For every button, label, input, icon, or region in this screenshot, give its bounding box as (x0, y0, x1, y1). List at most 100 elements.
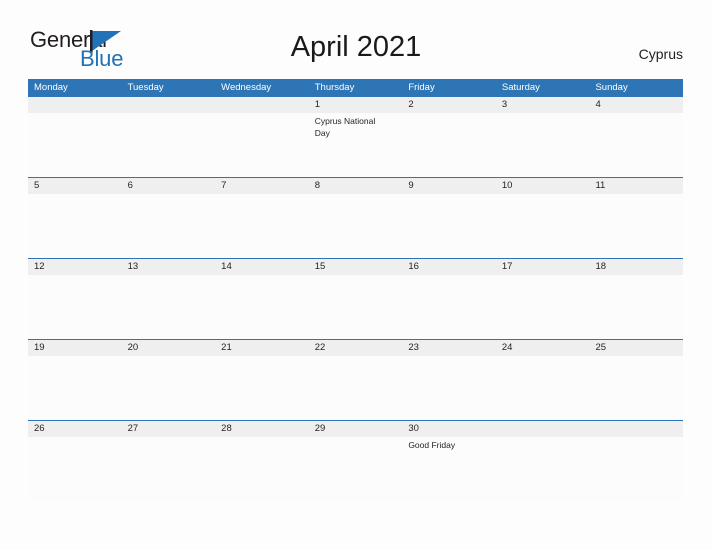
day-number: 26 (34, 423, 45, 434)
day-number: 14 (221, 261, 232, 272)
country-label: Cyprus (638, 46, 683, 62)
calendar-week-row: 5 6 7 8 9 10 11 (28, 177, 683, 258)
day-event (34, 194, 122, 197)
weekday-header-friday: Friday (408, 82, 435, 93)
day-number: 25 (595, 342, 607, 353)
day-number: 11 (595, 180, 606, 191)
day-cell[interactable]: 18 (589, 258, 683, 339)
day-event (34, 437, 122, 440)
weekday-header-tuesday: Tuesday (127, 82, 164, 93)
day-cell[interactable] (589, 420, 683, 501)
day-cell[interactable]: 21 (215, 339, 309, 420)
day-number: 22 (314, 342, 326, 353)
day-cell[interactable]: 11 (589, 177, 683, 258)
day-number: 8 (314, 180, 321, 191)
day-cell[interactable]: 6 (122, 177, 216, 258)
day-cell[interactable]: 24 (496, 339, 590, 420)
day-cell[interactable]: 16 (402, 258, 496, 339)
day-event (221, 437, 309, 440)
day-cell[interactable]: 29 (309, 420, 403, 501)
day-event (221, 356, 309, 359)
day-cell[interactable] (122, 96, 216, 177)
day-event (595, 275, 683, 278)
day-number: 30 (408, 423, 419, 434)
day-event (595, 113, 683, 116)
day-number: 13 (127, 261, 139, 272)
day-cell[interactable]: 5 (28, 177, 122, 258)
weekday-header-thursday: Thursday (314, 82, 355, 93)
day-cell[interactable]: 3 (496, 96, 590, 177)
day-number: 17 (501, 261, 513, 272)
day-event (502, 437, 590, 440)
day-event (315, 356, 403, 359)
day-cell[interactable]: 22 (309, 339, 403, 420)
day-event (221, 113, 309, 116)
day-event (595, 194, 683, 197)
day-event (502, 194, 590, 197)
day-event (128, 275, 216, 278)
day-event (128, 194, 216, 197)
day-cell[interactable] (28, 96, 122, 177)
day-cell[interactable]: 30 Good Friday (402, 420, 496, 501)
day-number: 18 (595, 261, 607, 272)
day-event (128, 356, 216, 359)
day-cell[interactable]: 28 (215, 420, 309, 501)
day-number: 23 (408, 342, 419, 353)
day-event (408, 113, 496, 116)
calendar-grid: Monday Tuesday Wednesday Thursday Friday… (28, 79, 683, 501)
day-cell[interactable]: 17 (496, 258, 590, 339)
day-cell[interactable]: 19 (28, 339, 122, 420)
day-number: 15 (314, 261, 326, 272)
day-cell[interactable]: 8 (309, 177, 403, 258)
day-cell[interactable]: 2 (402, 96, 496, 177)
day-event (408, 194, 496, 197)
weekday-header-saturday: Saturday (501, 82, 540, 93)
day-event: Cyprus National Day (314, 116, 376, 138)
day-event (221, 194, 309, 197)
day-event (315, 194, 403, 197)
day-event (502, 275, 590, 278)
day-cell[interactable]: 1 Cyprus National Day (309, 96, 403, 177)
day-number: 16 (408, 261, 419, 272)
day-event (408, 275, 496, 278)
day-event (315, 275, 403, 278)
calendar-week-row: 26 27 28 29 30 Good Friday (28, 420, 683, 501)
day-cell[interactable]: 7 (215, 177, 309, 258)
day-number: 1 (314, 99, 321, 110)
day-cell[interactable]: 15 (309, 258, 403, 339)
weekday-header-sunday: Sunday (595, 82, 628, 93)
calendar-week-row: 19 20 21 22 23 24 25 (28, 339, 683, 420)
day-cell[interactable]: 13 (122, 258, 216, 339)
day-number: 9 (408, 180, 414, 191)
day-event (34, 275, 122, 278)
day-cell[interactable]: 27 (122, 420, 216, 501)
day-cell[interactable]: 26 (28, 420, 122, 501)
calendar-week-row: 1 Cyprus National Day 2 3 4 (28, 96, 683, 177)
day-event (408, 356, 496, 359)
day-number: 21 (221, 342, 232, 353)
day-cell[interactable]: 12 (28, 258, 122, 339)
day-cell[interactable]: 9 (402, 177, 496, 258)
day-number: 29 (314, 423, 326, 434)
day-event (34, 113, 122, 116)
day-event (221, 275, 309, 278)
day-number: 24 (501, 342, 513, 353)
day-cell[interactable]: 25 (589, 339, 683, 420)
day-number: 19 (34, 342, 45, 353)
page-header: General Blue April 2021 Cyprus (0, 0, 712, 79)
day-number: 28 (221, 423, 232, 434)
day-event (315, 437, 403, 440)
day-cell[interactable]: 14 (215, 258, 309, 339)
weekday-header-monday: Monday (34, 82, 68, 93)
day-cell[interactable]: 20 (122, 339, 216, 420)
day-event: Good Friday (408, 440, 456, 450)
day-cell[interactable]: 10 (496, 177, 590, 258)
day-cell[interactable] (215, 96, 309, 177)
day-cell[interactable]: 23 (402, 339, 496, 420)
day-cell[interactable] (496, 420, 590, 501)
day-event (128, 113, 216, 116)
day-number: 2 (408, 99, 414, 110)
day-event (34, 356, 122, 359)
day-number: 6 (127, 180, 133, 191)
day-cell[interactable]: 4 (589, 96, 683, 177)
